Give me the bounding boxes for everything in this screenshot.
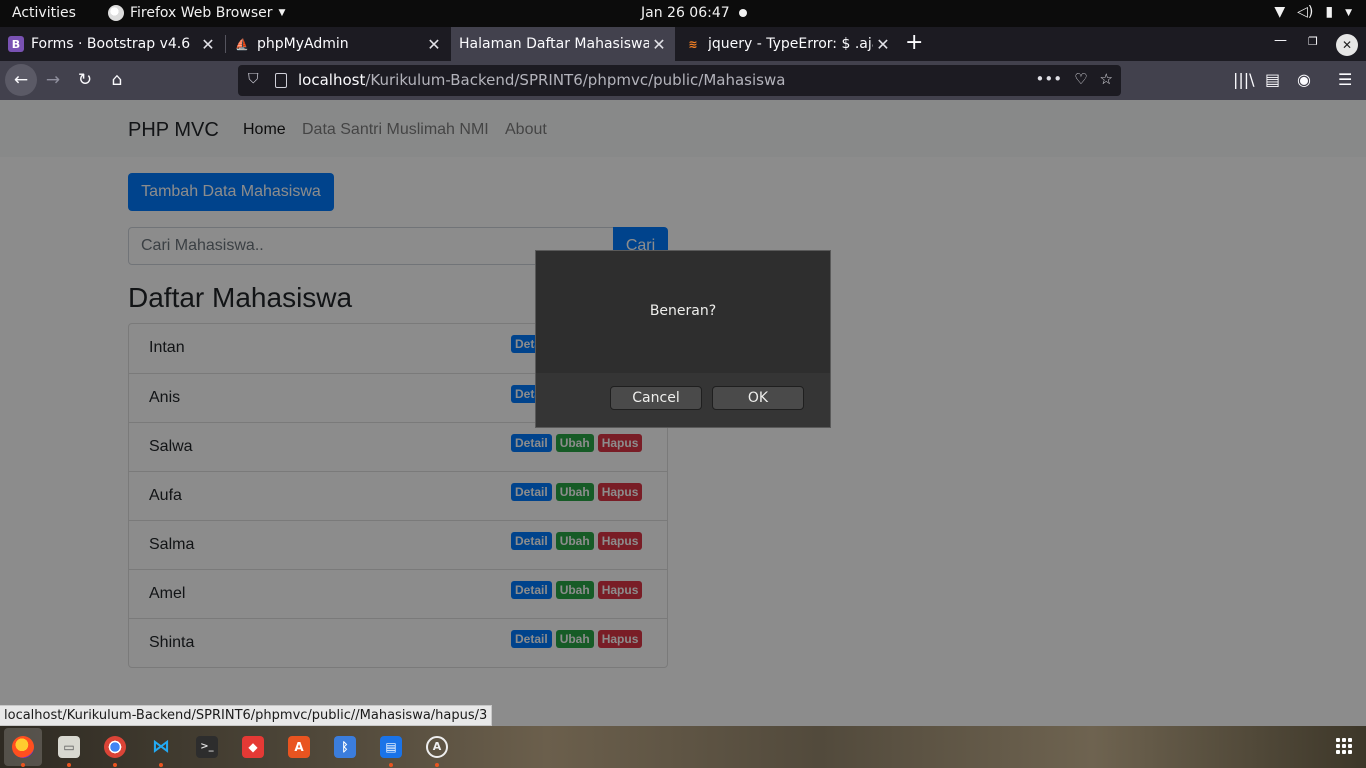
back-button[interactable]: ← [5, 64, 37, 96]
shield-icon[interactable]: ⛉ [248, 71, 259, 87]
page-info-icon[interactable] [275, 73, 287, 88]
account-icon[interactable]: ◉ [1297, 70, 1311, 89]
nav-toolbar: ← → ↻ ⌂ ⛉ localhost/Kurikulum-Backend/SP… [0, 61, 1366, 100]
tab-daftar-mahasiswa[interactable]: Halaman Daftar Mahasiswa ✕ [451, 27, 675, 61]
new-tab-button[interactable]: + [905, 30, 923, 55]
close-tab-icon[interactable]: ✕ [424, 35, 444, 54]
running-indicator [21, 763, 25, 767]
tab-label: Forms · Bootstrap v4.6 [31, 36, 191, 52]
firefox-icon [108, 5, 124, 21]
sidebar-icon[interactable]: ▤ [1265, 70, 1280, 89]
tab-phpmyadmin[interactable]: ⛵ phpMyAdmin ✕ [226, 27, 450, 61]
updates-icon[interactable]: A [426, 736, 448, 758]
forward-button[interactable]: → [39, 66, 67, 94]
bluetooth-icon[interactable]: ᛒ [334, 736, 356, 758]
wifi-icon: ▼ [1274, 4, 1286, 20]
caret-down-icon: ▼ [278, 8, 286, 18]
running-indicator [389, 763, 393, 767]
system-top-bar: Activities Firefox Web Browser ▼ Jan 26 … [0, 0, 1366, 27]
phpmyadmin-icon: ⛵ [235, 37, 249, 51]
running-indicator [159, 763, 163, 767]
close-tab-icon[interactable]: ✕ [873, 35, 893, 54]
anydesk-icon[interactable]: ◆ [242, 736, 264, 758]
app-menu[interactable]: Firefox Web Browser ▼ [108, 5, 285, 21]
ok-button[interactable]: OK [712, 386, 804, 410]
cancel-button[interactable]: Cancel [610, 386, 702, 410]
status-link: localhost/Kurikulum-Backend/SPRINT6/phpm… [0, 705, 493, 726]
close-window-button[interactable]: ✕ [1336, 34, 1358, 56]
tab-label: phpMyAdmin [257, 36, 349, 52]
show-applications-icon[interactable] [1336, 738, 1352, 754]
tab-jquery-typeerror[interactable]: ≋ jquery - TypeError: $ .ajax ✕ [677, 27, 899, 61]
volume-icon: ◁) [1297, 4, 1314, 20]
url-bar[interactable]: ⛉ localhost/Kurikulum-Backend/SPRINT6/ph… [238, 65, 1121, 96]
minimize-icon[interactable]: — [1274, 33, 1287, 48]
reload-button[interactable]: ↻ [71, 66, 99, 94]
notification-dot [739, 9, 747, 17]
confirm-dialog: Beneran? Cancel OK [535, 250, 831, 428]
bookmark-star-icon[interactable]: ☆ [1100, 70, 1113, 88]
system-tray[interactable]: ▼ ◁) ▮ ▼ [1274, 4, 1352, 22]
hamburger-menu-icon[interactable]: ☰ [1338, 70, 1352, 89]
clock[interactable]: Jan 26 06:47 [641, 5, 730, 21]
firefox-icon[interactable] [12, 736, 34, 758]
running-indicator [435, 763, 439, 767]
vscode-icon[interactable]: ⋈ [150, 736, 172, 758]
tab-strip: B Forms · Bootstrap v4.6 ✕ ⛵ phpMyAdmin … [0, 27, 1366, 61]
library-icon[interactable]: |||\ [1233, 70, 1255, 89]
software-center-icon[interactable]: A [288, 736, 310, 758]
url-path: /Kurikulum-Backend/SPRINT6/phpmvc/public… [365, 71, 786, 89]
url-text[interactable]: localhost/Kurikulum-Backend/SPRINT6/phpm… [298, 71, 785, 89]
battery-icon: ▮ [1325, 4, 1334, 20]
restore-icon[interactable]: ❐ [1308, 35, 1318, 48]
activities-button[interactable]: Activities [12, 5, 76, 21]
document-icon[interactable]: ▤ [380, 736, 402, 758]
close-tab-icon[interactable]: ✕ [649, 35, 669, 54]
url-host: localhost [298, 71, 366, 89]
terminal-icon[interactable]: >_ [196, 736, 218, 758]
tab-label: Halaman Daftar Mahasiswa [459, 36, 649, 52]
tab-label: jquery - TypeError: $ .ajax [708, 36, 873, 52]
more-actions-icon[interactable]: ••• [1036, 70, 1063, 88]
stackoverflow-icon: ≋ [688, 37, 698, 51]
home-button[interactable]: ⌂ [103, 66, 131, 94]
close-tab-icon[interactable]: ✕ [198, 35, 218, 54]
app-menu-label: Firefox Web Browser [130, 5, 273, 21]
dialog-message: Beneran? [649, 303, 717, 319]
running-indicator [67, 763, 71, 767]
files-icon[interactable]: ▭ [58, 736, 80, 758]
pocket-icon[interactable]: ♡ [1074, 70, 1087, 88]
chrome-icon[interactable] [104, 736, 126, 758]
bootstrap-icon: B [8, 36, 24, 52]
running-indicator [113, 763, 117, 767]
tab-bootstrap-forms[interactable]: B Forms · Bootstrap v4.6 ✕ [0, 27, 224, 61]
caret-down-icon: ▼ [1345, 8, 1352, 18]
